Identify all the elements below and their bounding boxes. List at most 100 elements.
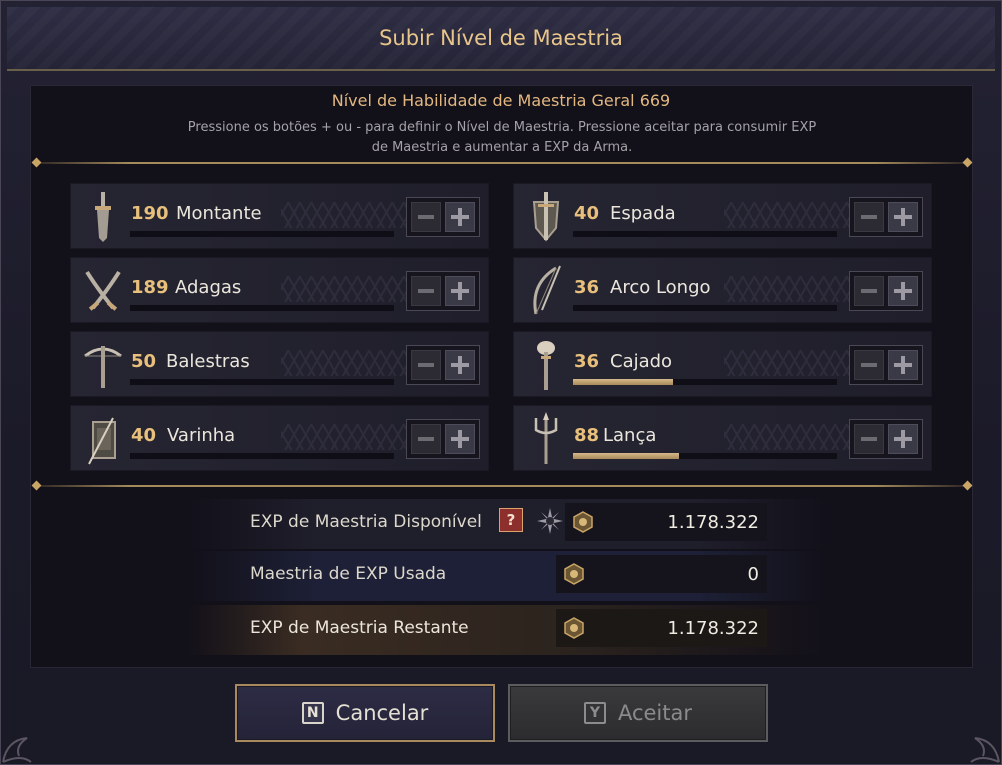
longbow-icon <box>533 265 561 315</box>
decrease-button[interactable] <box>854 276 884 306</box>
mastery-progress-bar <box>573 379 837 385</box>
staff-icon <box>537 341 555 390</box>
weapon-row-montante: 190 Montante <box>70 183 489 249</box>
weapon-row-varinha: 40 Varinha <box>70 405 489 471</box>
weapon-row-arco-longo: 36 Arco Longo <box>513 257 932 323</box>
minus-icon <box>861 363 877 367</box>
increase-button[interactable] <box>445 350 475 380</box>
wand-tome-icon <box>88 417 116 465</box>
increase-button[interactable] <box>888 276 918 306</box>
daggers-icon <box>85 270 121 311</box>
exp-used-value-box: 0 <box>556 555 767 593</box>
mastery-level-up-window: Subir Nível de Maestria Nível de Habilid… <box>0 0 1002 765</box>
plus-icon <box>451 208 469 226</box>
decrease-button[interactable] <box>854 424 884 454</box>
middle-divider <box>37 485 967 487</box>
weapon-level: 40 <box>574 203 600 224</box>
help-button[interactable]: ? <box>499 508 523 532</box>
progress-fill <box>573 379 674 385</box>
mastery-emblem-icon <box>537 508 563 534</box>
minus-icon <box>418 215 434 219</box>
minus-icon <box>418 289 434 293</box>
plus-icon <box>451 282 469 300</box>
mastery-exp-coin-icon <box>564 617 584 639</box>
weapon-level: 88 <box>574 425 600 446</box>
minus-icon <box>861 437 877 441</box>
increase-button[interactable] <box>445 424 475 454</box>
increase-button[interactable] <box>888 350 918 380</box>
exp-used-label: Maestria de EXP Usada <box>250 564 447 584</box>
keybind-n: N <box>301 702 324 724</box>
weapon-row-lanca: 88 Lança <box>513 405 932 471</box>
weapon-row-adagas: 189 Adagas <box>70 257 489 323</box>
crossbow-icon <box>84 346 122 388</box>
plus-icon <box>451 430 469 448</box>
level-adjust-controls <box>406 197 480 237</box>
weapon-name: Varinha <box>167 425 236 446</box>
weapon-row-balestras: 50 Balestras <box>70 331 489 397</box>
mastery-progress-bar <box>130 305 394 311</box>
minus-icon <box>418 437 434 441</box>
mastery-progress-bar <box>130 231 394 237</box>
weapon-name: Balestras <box>166 351 250 372</box>
accept-label: Aceitar <box>617 701 693 725</box>
exp-remaining-label: EXP de Maestria Restante <box>250 618 469 638</box>
weapon-name: Adagas <box>175 277 242 298</box>
level-adjust-controls <box>406 271 480 311</box>
minus-icon <box>418 363 434 367</box>
exp-used-row: Maestria de EXP Usada 0 <box>187 551 827 601</box>
weapon-row-cajado: 36 Cajado <box>513 331 932 397</box>
level-adjust-controls <box>406 419 480 459</box>
weapon-name: Montante <box>176 203 262 224</box>
corner-ornament-right <box>970 737 1000 763</box>
plus-icon <box>894 208 912 226</box>
decrease-button[interactable] <box>411 276 441 306</box>
decrease-button[interactable] <box>411 350 441 380</box>
minus-icon <box>861 289 877 293</box>
corner-ornament-left <box>2 737 32 763</box>
window-title: Subir Nível de Maestria <box>379 26 623 50</box>
sword-and-shield-icon <box>532 192 560 242</box>
decrease-button[interactable] <box>854 202 884 232</box>
plus-icon <box>894 356 912 374</box>
weapon-name: Espada <box>610 203 676 224</box>
weapon-row-espada: 40 Espada <box>513 183 932 249</box>
mastery-progress-bar <box>573 231 837 237</box>
minus-icon <box>861 215 877 219</box>
decrease-button[interactable] <box>411 202 441 232</box>
exp-available-value: 1.178.322 <box>667 512 759 533</box>
instructions-line-2: de Maestria e aumentar a EXP da Arma. <box>371 140 633 155</box>
weapon-name: Lança <box>603 425 657 446</box>
greatsword-icon <box>95 192 111 242</box>
exp-available-row: EXP de Maestria Disponível ? 1.178.322 <box>187 499 827 549</box>
accept-button[interactable]: Y Aceitar <box>508 684 768 742</box>
increase-button[interactable] <box>888 424 918 454</box>
progress-fill <box>573 453 679 459</box>
level-adjust-controls <box>849 271 923 311</box>
top-divider <box>37 162 967 164</box>
cancel-button[interactable]: N Cancelar <box>235 684 495 742</box>
weapon-level: 190 <box>131 203 169 224</box>
increase-button[interactable] <box>445 202 475 232</box>
mastery-progress-bar <box>573 305 837 311</box>
keybind-y: Y <box>583 702 606 724</box>
weapon-level: 50 <box>131 351 157 372</box>
decrease-button[interactable] <box>854 350 884 380</box>
mastery-exp-coin-icon <box>573 511 593 533</box>
increase-button[interactable] <box>445 276 475 306</box>
level-adjust-controls <box>849 419 923 459</box>
spear-icon <box>534 412 558 464</box>
exp-remaining-row: EXP de Maestria Restante 1.178.322 <box>187 605 827 655</box>
increase-button[interactable] <box>888 202 918 232</box>
mastery-progress-bar <box>130 379 394 385</box>
weapon-level: 36 <box>574 277 600 298</box>
decrease-button[interactable] <box>411 424 441 454</box>
plus-icon <box>894 430 912 448</box>
level-adjust-controls <box>406 345 480 385</box>
weapon-level: 36 <box>574 351 600 372</box>
exp-remaining-value: 1.178.322 <box>667 618 759 639</box>
weapon-name: Arco Longo <box>610 277 711 298</box>
exp-used-value: 0 <box>747 564 759 585</box>
mastery-exp-coin-icon <box>564 563 584 585</box>
exp-available-value-box: 1.178.322 <box>565 503 767 541</box>
